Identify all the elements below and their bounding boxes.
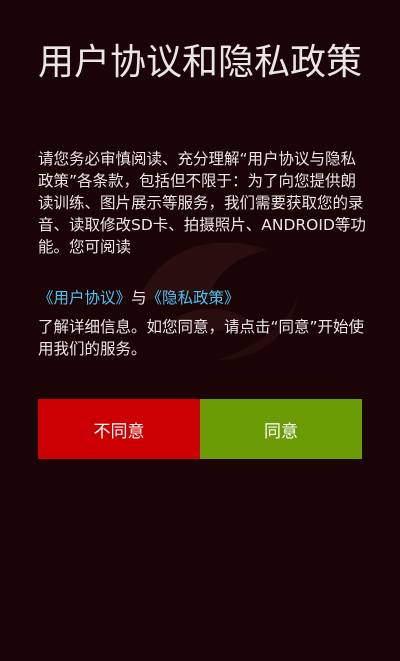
- disagree-button[interactable]: 不同意: [38, 399, 200, 459]
- policy-links-row: 《用户协议》与《隐私政策》: [38, 287, 366, 309]
- dialog-title: 用户协议和隐私政策: [38, 42, 363, 83]
- agree-button[interactable]: 同意: [200, 399, 362, 459]
- links-conjunction: 与: [131, 289, 147, 307]
- agreement-detail-text: 了解详细信息。如您同意，请点击“同意”开始使用我们的服务。: [38, 318, 365, 358]
- dialog-actions: 不同意 同意: [38, 399, 362, 459]
- agreement-description: 请您务必审慎阅读、充分理解“用户协议与隐私政策”各条款，包括但不限于：为了向您提…: [38, 150, 366, 256]
- privacy-policy-link[interactable]: 《隐私政策》: [147, 289, 240, 307]
- user-agreement-link[interactable]: 《用户协议》: [38, 289, 131, 307]
